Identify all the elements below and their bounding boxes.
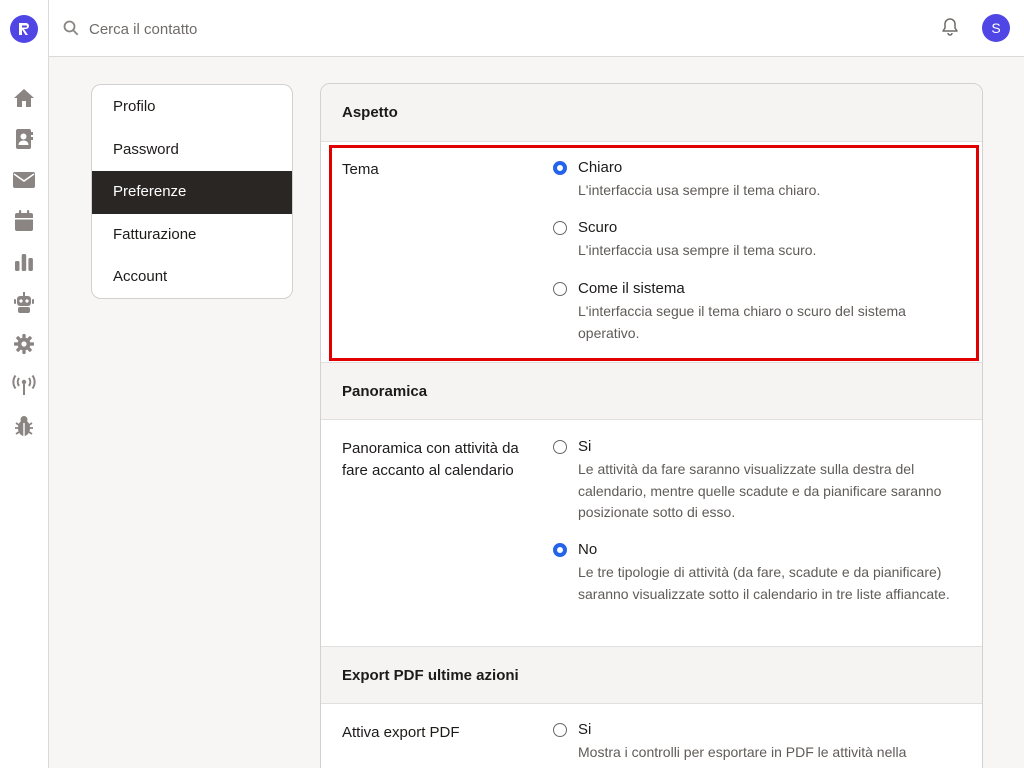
home-icon[interactable]	[12, 86, 36, 110]
settings-nav-account[interactable]: Account	[92, 256, 292, 298]
option-label: Si	[578, 721, 592, 738]
row-label-tema: Tema	[342, 161, 379, 178]
top-bar: S	[49, 0, 1024, 57]
bell-icon[interactable]	[940, 17, 960, 37]
radio-scuro[interactable]	[553, 221, 567, 235]
mail-icon[interactable]	[12, 168, 36, 192]
side-rail	[0, 0, 49, 768]
section-title: Aspetto	[342, 104, 398, 121]
settings-nav-password[interactable]: Password	[92, 129, 292, 172]
settings-nav-fatturazione[interactable]: Fatturazione	[92, 214, 292, 257]
radio-panoramica-no[interactable]	[553, 543, 567, 557]
row-label-panoramica: Panoramica con attività da fare accanto …	[342, 440, 519, 479]
settings-nav-preferenze[interactable]: Preferenze	[92, 171, 292, 214]
radio-chiaro[interactable]	[553, 161, 567, 175]
robot-icon[interactable]	[12, 291, 36, 315]
radio-export-si[interactable]	[553, 723, 567, 737]
option-description: L'interfaccia segue il tema chiaro o scu…	[578, 303, 906, 341]
row-label-export: Attiva export PDF	[342, 724, 460, 741]
option-description: L'interfaccia usa sempre il tema chiaro.	[578, 182, 821, 198]
preferences-card: Aspetto Tema Chiaro L'interfaccia usa se…	[320, 83, 983, 768]
section-header-aspetto: Aspetto	[321, 84, 982, 142]
option-label: No	[578, 541, 598, 558]
section-title: Panoramica	[342, 382, 428, 400]
antenna-icon[interactable]	[12, 373, 36, 397]
option-label: Scuro	[578, 219, 618, 236]
search-icon	[63, 20, 79, 36]
brand-logo-icon[interactable]	[10, 15, 38, 43]
section-header-panoramica: Panoramica	[321, 362, 982, 420]
chart-icon[interactable]	[12, 250, 36, 274]
option-label: Si	[578, 438, 592, 455]
bug-icon[interactable]	[12, 414, 36, 438]
settings-nav-profilo[interactable]: Profilo	[92, 86, 292, 129]
section-header-export: Export PDF ultime azioni	[321, 646, 982, 704]
option-description: L'interfaccia usa sempre il tema scuro.	[578, 242, 817, 258]
calendar-icon[interactable]	[12, 209, 36, 233]
option-description: Le attività da fare saranno visualizzate…	[578, 461, 942, 520]
contacts-icon[interactable]	[12, 127, 36, 151]
section-title: Export PDF ultime azioni	[342, 666, 519, 684]
option-label: Chiaro	[578, 159, 623, 176]
avatar[interactable]: S	[982, 14, 1010, 42]
option-description: Le tre tipologie di attività (da fare, s…	[578, 564, 950, 602]
option-description: Mostra i controlli per esportare in PDF …	[578, 744, 907, 760]
radio-sistema[interactable]	[553, 282, 567, 296]
option-label: Come il sistema	[578, 280, 685, 297]
radio-panoramica-si[interactable]	[553, 440, 567, 454]
settings-nav: Profilo Password Preferenze Fatturazione…	[91, 84, 293, 299]
search-input[interactable]	[89, 16, 489, 42]
gear-icon[interactable]	[12, 332, 36, 356]
